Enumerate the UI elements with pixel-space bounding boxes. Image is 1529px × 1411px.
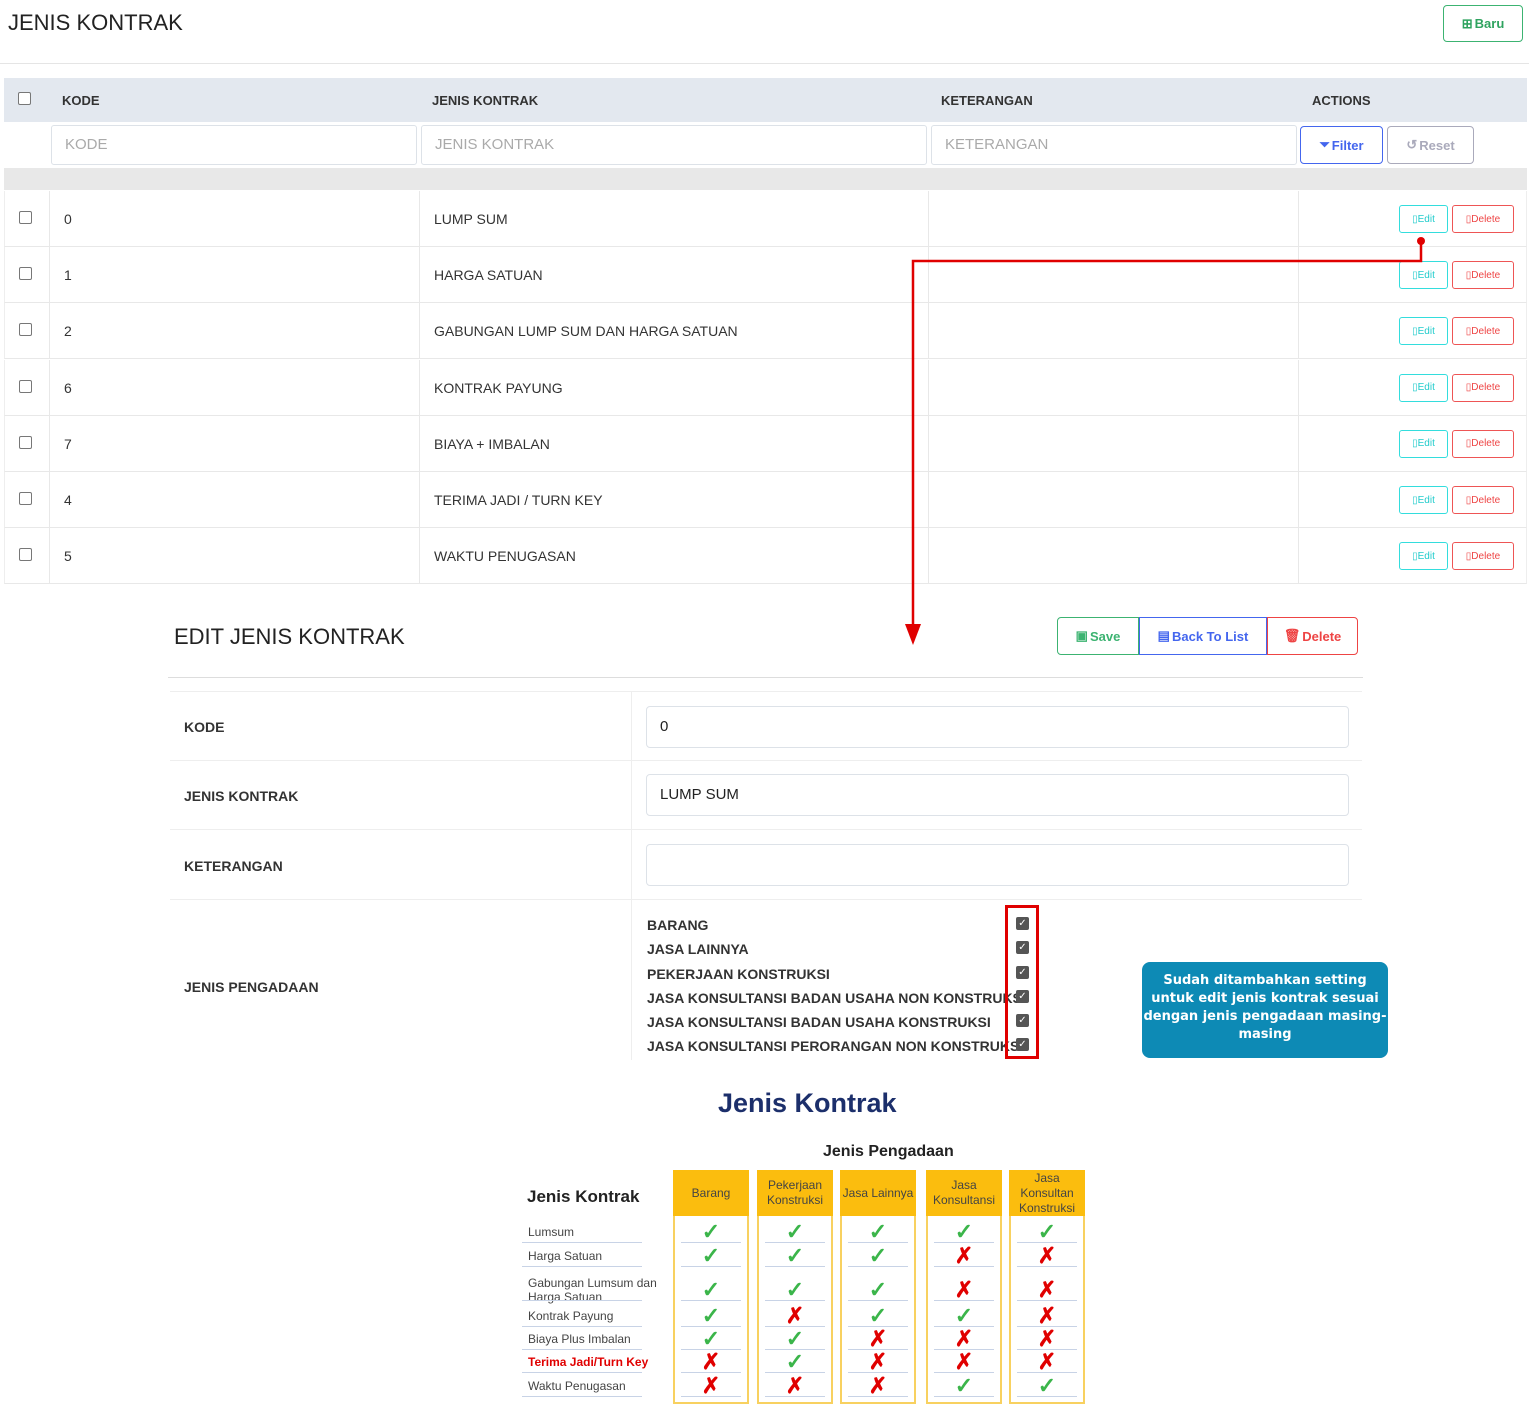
matrix-row-label: Terima Jadi/Turn Key (528, 1355, 649, 1369)
kode-field-row: KODE 0 (170, 691, 1362, 761)
cross-icon: ✗ (1037, 1243, 1057, 1268)
cross-icon: ✗ (954, 1243, 974, 1268)
matrix-subtitle: Jenis Pengadaan (823, 1143, 954, 1160)
edit-title: EDIT JENIS KONTRAK (174, 624, 405, 649)
matrix-row-label: Biaya Plus Imbalan (528, 1332, 631, 1346)
kode-input[interactable]: 0 (646, 706, 1349, 748)
matrix-column-header: Pekerjaan Konstruksi (757, 1170, 833, 1216)
cross-icon: ✗ (868, 1349, 888, 1374)
cross-icon: ✗ (954, 1349, 974, 1374)
back-to-list-button[interactable]: ▤ Back To List (1139, 617, 1267, 655)
check-icon: ✓ (868, 1277, 888, 1302)
annotation-arrow (905, 237, 1425, 645)
pengadaan-option-label: JASA KONSULTANSI PERORANGAN NON KONSTRUK… (647, 1038, 1024, 1054)
pengadaan-option-label: JASA KONSULTANSI BADAN USAHA NON KONSTRU… (647, 990, 1026, 1006)
check-icon: ✓ (785, 1243, 805, 1268)
check-icon: ✓ (701, 1243, 721, 1268)
divider (168, 677, 1363, 678)
cross-icon: ✗ (701, 1373, 721, 1398)
matrix-row-header: Jenis Kontrak (527, 1187, 640, 1206)
matrix-column-header: Jasa Konsultan Konstruksi (1009, 1170, 1085, 1216)
check-icon: ✓ (785, 1219, 805, 1244)
matrix-row-label: Waktu Penugasan (528, 1379, 626, 1393)
pengadaan-option-label: PEKERJAAN KONSTRUKSI (647, 966, 830, 982)
check-icon: ✓ (701, 1277, 721, 1302)
check-icon: ✓ (954, 1219, 974, 1244)
cross-icon: ✗ (785, 1373, 805, 1398)
keterangan-label: KETERANGAN (184, 858, 283, 874)
matrix-row-label: Lumsum (528, 1225, 575, 1239)
check-icon: ✓ (868, 1219, 888, 1244)
pengadaan-label: JENIS PENGADAAN (184, 979, 319, 995)
cross-icon: ✗ (868, 1373, 888, 1398)
checkbox-highlight (1005, 905, 1039, 1059)
matrix-column-header: Barang (673, 1170, 749, 1216)
jenis-input[interactable]: LUMP SUM (646, 774, 1349, 816)
pengadaan-option-label: JASA KONSULTANSI BADAN USAHA KONSTRUKSI (647, 1014, 991, 1030)
annotation-tooltip: Sudah ditambahkan setting untuk edit jen… (1142, 962, 1388, 1058)
matrix-column-header: Jasa Konsultansi (926, 1170, 1002, 1216)
check-icon: ✓ (1037, 1373, 1057, 1398)
save-icon: ▣ (1075, 628, 1088, 643)
trash-icon: 🗑 (1283, 628, 1301, 643)
list-icon: ▤ (1157, 628, 1170, 643)
check-icon: ✓ (785, 1349, 805, 1374)
pengadaan-option-label: BARANG (647, 917, 709, 933)
check-icon: ✓ (954, 1373, 974, 1398)
matrix-column-header: Jasa Lainnya (840, 1170, 916, 1216)
cross-icon: ✗ (1037, 1277, 1057, 1302)
matrix-row-label: Kontrak Payung (528, 1309, 614, 1323)
matrix-row-label: Harga Satuan (528, 1249, 603, 1263)
cross-icon: ✗ (1037, 1349, 1057, 1374)
check-icon: ✓ (1037, 1219, 1057, 1244)
pengadaan-option-label: JASA LAINNYA (647, 941, 749, 957)
kode-label: KODE (184, 719, 225, 735)
delete-record-button[interactable]: 🗑 Delete (1267, 617, 1358, 655)
jenis-label: JENIS KONTRAK (184, 788, 299, 804)
check-icon: ✓ (701, 1219, 721, 1244)
keterangan-field-row: KETERANGAN (170, 830, 1362, 900)
cross-icon: ✗ (701, 1349, 721, 1374)
check-icon: ✓ (785, 1277, 805, 1302)
matrix-title: Jenis Kontrak (718, 1088, 897, 1118)
cross-icon: ✗ (954, 1277, 974, 1302)
keterangan-input[interactable] (646, 844, 1349, 886)
jenis-field-row: JENIS KONTRAK LUMP SUM (170, 761, 1362, 830)
check-icon: ✓ (868, 1243, 888, 1268)
save-button[interactable]: ▣ Save (1057, 617, 1139, 655)
